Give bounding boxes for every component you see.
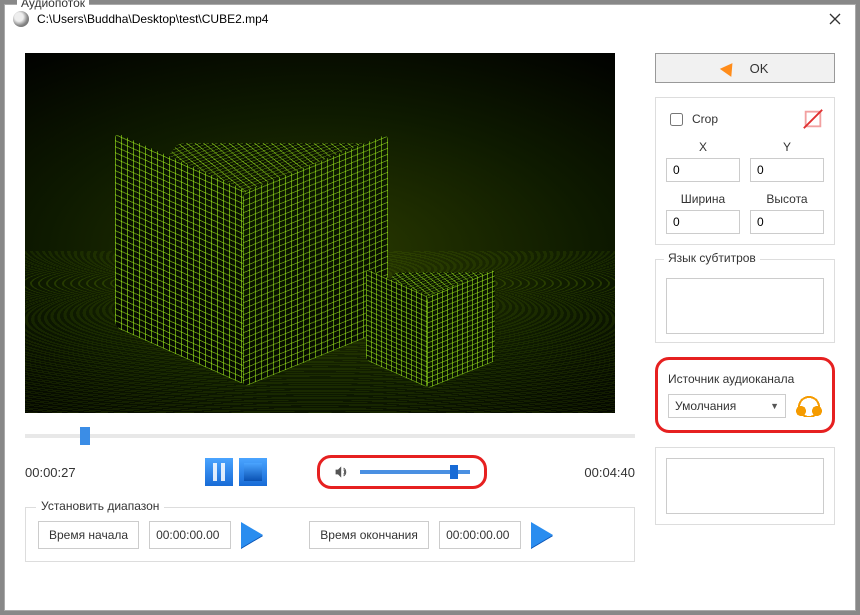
y-label: Y	[750, 140, 824, 154]
pause-button[interactable]	[205, 458, 233, 486]
range-panel: Установить диапазон Время начала 00:00:0…	[25, 507, 635, 562]
audio-source-dropdown[interactable]: Умолчания ▼	[668, 394, 786, 418]
crop-icon	[802, 108, 824, 130]
audio-panel-highlight: Аудиопоток Источник аудиоканала Умолчани…	[655, 357, 835, 433]
chevron-down-icon: ▼	[770, 401, 779, 411]
set-start-button[interactable]: Время начала	[38, 521, 139, 549]
titlebar: C:\Users\Buddha\Desktop\test\CUBE2.mp4	[5, 5, 855, 33]
total-time: 00:04:40	[565, 465, 635, 480]
playback-controls: 00:00:27	[25, 455, 635, 489]
crop-x-input[interactable]	[666, 158, 740, 182]
crop-checkbox[interactable]: Crop	[666, 110, 718, 129]
stop-icon	[244, 463, 262, 481]
start-time-field[interactable]: 00:00:00.00	[149, 521, 231, 549]
width-label: Ширина	[666, 192, 740, 206]
set-end-button[interactable]: Время окончания	[309, 521, 429, 549]
video-preview[interactable]	[25, 53, 615, 413]
ok-label: OK	[750, 61, 769, 76]
volume-icon	[334, 464, 350, 480]
seek-slider[interactable]	[25, 427, 635, 445]
star-icon	[719, 59, 737, 77]
headphones-icon	[796, 395, 822, 417]
audio-source-label: Источник аудиоканала	[668, 372, 822, 386]
volume-slider[interactable]	[360, 465, 470, 479]
window-title: C:\Users\Buddha\Desktop\test\CUBE2.mp4	[37, 12, 823, 26]
goto-start-button[interactable]	[241, 522, 263, 548]
crop-label: Crop	[692, 112, 718, 126]
range-legend: Установить диапазон	[36, 499, 164, 513]
dialog-window: C:\Users\Buddha\Desktop\test\CUBE2.mp4 0…	[4, 4, 856, 611]
close-icon	[829, 13, 841, 25]
extra-panel	[655, 447, 835, 525]
crop-checkbox-input[interactable]	[670, 113, 683, 126]
subtitles-list[interactable]	[666, 278, 824, 334]
height-label: Высота	[750, 192, 824, 206]
audio-source-selected: Умолчания	[675, 399, 736, 413]
ok-button[interactable]: OK	[655, 53, 835, 83]
crop-height-input[interactable]	[750, 210, 824, 234]
app-icon	[13, 11, 29, 27]
play-pause-group	[205, 458, 267, 486]
audio-legend: Аудиопоток	[17, 0, 89, 10]
crop-panel: Crop X Y Ширина Высота	[655, 97, 835, 245]
stop-button[interactable]	[239, 458, 267, 486]
close-button[interactable]	[823, 7, 847, 31]
subtitles-legend: Язык субтитров	[664, 251, 760, 265]
current-time: 00:00:27	[25, 465, 95, 480]
end-time-field[interactable]: 00:00:00.00	[439, 521, 521, 549]
goto-end-button[interactable]	[531, 522, 553, 548]
x-label: X	[666, 140, 740, 154]
crop-width-input[interactable]	[666, 210, 740, 234]
crop-y-input[interactable]	[750, 158, 824, 182]
subtitles-panel: Язык субтитров	[655, 259, 835, 343]
extra-list[interactable]	[666, 458, 824, 514]
pause-icon	[221, 463, 225, 481]
volume-group-highlight	[317, 455, 487, 489]
pause-icon	[213, 463, 217, 481]
